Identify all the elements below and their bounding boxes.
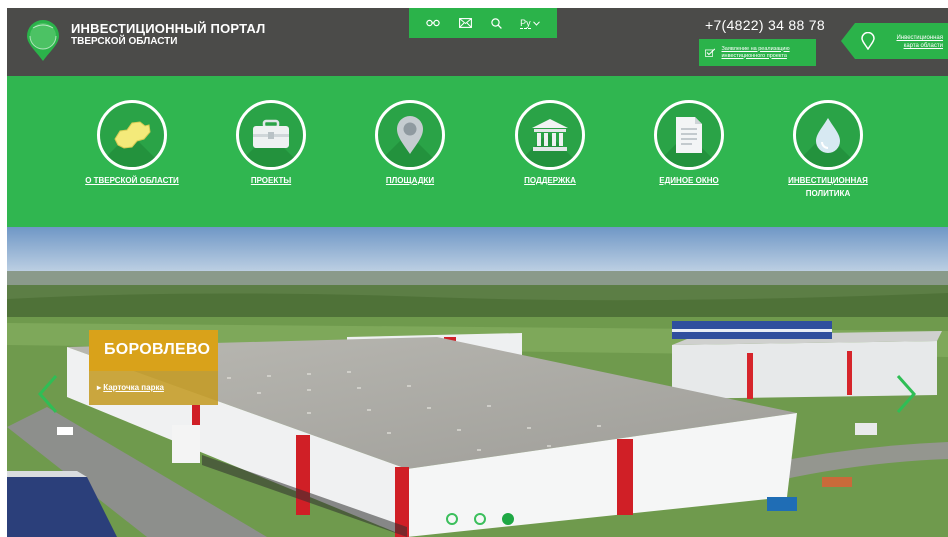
park-card-link-label: Карточка парка bbox=[103, 383, 164, 392]
nav-item-investment-policy[interactable]: ИНВЕСТИЦИОННАЯ ПОЛИТИКА bbox=[758, 100, 898, 199]
nav-label-sites: ПЛОЩАДКИ bbox=[385, 176, 435, 185]
low-vision-glasses-icon[interactable] bbox=[426, 19, 440, 27]
site-header: ИНВЕСТИЦИОННЫЙ ПОРТАЛ ТВЕРСКОЙ ОБЛАСТИ Р… bbox=[7, 8, 948, 76]
nav-item-sites[interactable]: ПЛОЩАДКИ bbox=[340, 100, 480, 188]
investment-map-button[interactable]: Инвестиционная карта области bbox=[841, 23, 948, 59]
slider-prev-arrow-icon[interactable] bbox=[36, 374, 60, 414]
slide-title: БОРОВЛЕВО bbox=[89, 330, 218, 371]
nav-circle bbox=[793, 100, 863, 170]
nav-circle bbox=[236, 100, 306, 170]
slider-pagination bbox=[446, 513, 514, 525]
nav-item-single-window[interactable]: ЕДИНОЕ ОКНО bbox=[619, 100, 759, 188]
slider-dot-3[interactable] bbox=[502, 513, 514, 525]
drop-icon bbox=[806, 113, 850, 157]
region-map-icon bbox=[110, 113, 154, 157]
slider-next-arrow-icon[interactable] bbox=[894, 374, 918, 414]
slider-dot-2[interactable] bbox=[474, 513, 486, 525]
chevron-down-icon bbox=[532, 20, 540, 26]
nav-label-single-window: ЕДИНОЕ ОКНО bbox=[659, 176, 719, 185]
nav-circle bbox=[375, 100, 445, 170]
nav-item-projects[interactable]: ПРОЕКТЫ bbox=[201, 100, 341, 188]
nav-label-investment-policy: ИНВЕСТИЦИОННАЯ bbox=[788, 176, 868, 185]
search-icon[interactable] bbox=[490, 17, 502, 29]
briefcase-icon bbox=[249, 113, 293, 157]
bank-building-icon bbox=[528, 113, 572, 157]
toolbar: Ру bbox=[409, 8, 557, 38]
slide-caption: БОРОВЛЕВО ▸ Карточка парка bbox=[89, 330, 218, 405]
nav-item-about-region[interactable]: О ТВЕРСКОЙ ОБЛАСТИ bbox=[62, 100, 202, 188]
page: ИНВЕСТИЦИОННЫЙ ПОРТАЛ ТВЕРСКОЙ ОБЛАСТИ Р… bbox=[0, 0, 948, 537]
main-navigation: О ТВЕРСКОЙ ОБЛАСТИ ПРОЕКТЫ ПЛОЩАДКИ ПОДД… bbox=[7, 76, 948, 227]
map-pin-icon bbox=[861, 32, 875, 50]
project-application-label: Заявление на реализацию инвестиционного … bbox=[721, 45, 790, 59]
nav-circle bbox=[97, 100, 167, 170]
nav-label-support: ПОДДЕРЖКА bbox=[524, 176, 576, 185]
top-frame bbox=[0, 0, 948, 8]
nav-label-investment-policy-line2: ПОЛИТИКА bbox=[805, 189, 851, 198]
park-card-link[interactable]: ▸ Карточка парка bbox=[89, 371, 218, 405]
nav-circle bbox=[654, 100, 724, 170]
portal-title-line2: ТВЕРСКОЙ ОБЛАСТИ bbox=[71, 36, 178, 47]
project-application-button[interactable]: Заявление на реализацию инвестиционного … bbox=[699, 39, 816, 66]
investment-map-label: Инвестиционная карта области bbox=[896, 35, 943, 49]
check-form-icon bbox=[705, 48, 716, 57]
mail-icon[interactable] bbox=[458, 18, 472, 28]
nav-label-projects: ПРОЕКТЫ bbox=[250, 176, 292, 185]
portal-title-line1: ИНВЕСТИЦИОННЫЙ ПОРТАЛ bbox=[71, 21, 266, 36]
language-select[interactable]: Ру bbox=[520, 18, 540, 29]
portal-logo-icon[interactable] bbox=[25, 18, 61, 62]
slider-dot-1[interactable] bbox=[446, 513, 458, 525]
nav-item-support[interactable]: ПОДДЕРЖКА bbox=[480, 100, 620, 188]
location-pin-icon bbox=[388, 113, 432, 157]
portal-title[interactable]: ИНВЕСТИЦИОННЫЙ ПОРТАЛ ТВЕРСКОЙ ОБЛАСТИ bbox=[71, 22, 266, 48]
nav-label-about-region: О ТВЕРСКОЙ ОБЛАСТИ bbox=[85, 176, 179, 185]
phone-number[interactable]: +7(4822) 34 88 78 bbox=[705, 17, 825, 33]
language-label: Ру bbox=[520, 17, 531, 29]
nav-circle bbox=[515, 100, 585, 170]
document-icon bbox=[667, 113, 711, 157]
